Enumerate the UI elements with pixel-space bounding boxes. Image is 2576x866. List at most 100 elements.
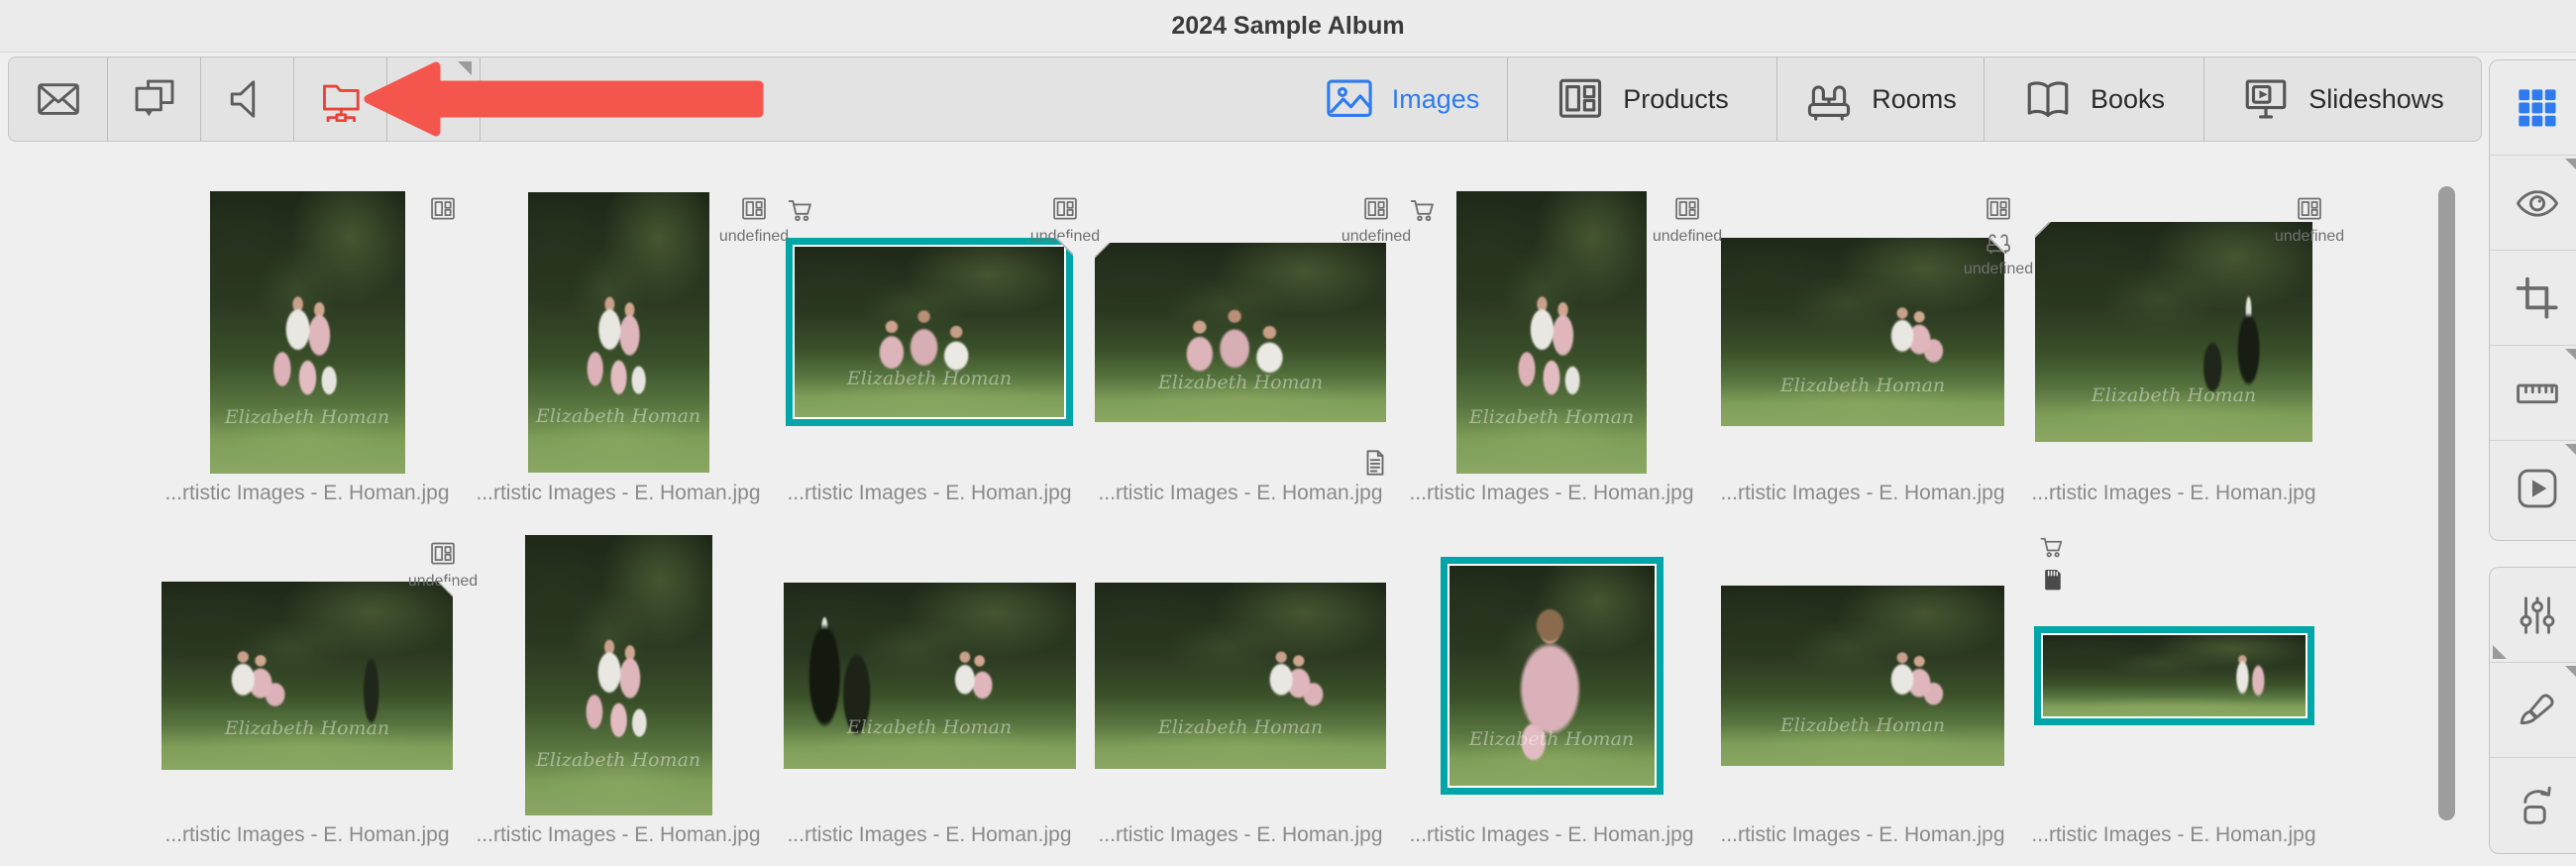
products-badge-icon: [429, 195, 457, 223]
thumbnail-cell: Elizabeth Homan ...rtistic Images - E. Ho…: [1396, 533, 1707, 847]
cart-badge-icon: [2038, 533, 2066, 561]
products-badge-icon: [1051, 195, 1079, 223]
photo-figures: [1095, 243, 1386, 422]
selected-thumbnail-frame: [2034, 626, 2314, 725]
speaker-icon: [225, 76, 270, 122]
thumbnail-filename: ...rtistic Images - E. Homan.jpg: [787, 823, 1071, 847]
photo-thumbnail[interactable]: Elizabeth Homan: [1721, 238, 2004, 426]
photo-thumbnail[interactable]: [2043, 635, 2306, 716]
products-badge-icon: [1985, 195, 2012, 223]
cart-badge-icon: [1408, 195, 1438, 225]
products-badge-icon: [1362, 195, 1390, 223]
status-badges: [425, 195, 461, 223]
selected-thumbnail-frame: Elizabeth Homan: [786, 238, 1073, 426]
products-badge-icon: [429, 540, 457, 568]
flyout-triangle-icon: [2565, 666, 2576, 680]
thumbnail-filename: ...rtistic Images - E. Homan.jpg: [2031, 823, 2315, 847]
photo-figures: [1095, 583, 1386, 769]
sdcard-badge-icon: [2038, 566, 2066, 594]
photo-thumbnail[interactable]: Elizabeth Homan: [1095, 583, 1386, 769]
rotate-icon: [2515, 783, 2560, 828]
thumbnail-filename: ...rtistic Images - E. Homan.jpg: [1409, 823, 1693, 847]
photo-thumbnail[interactable]: Elizabeth Homan: [1095, 243, 1386, 422]
sidebar-tool-crop[interactable]: [2490, 250, 2576, 345]
thumbnail-filename: ...rtistic Images - E. Homan.jpg: [476, 482, 760, 505]
crop-icon: [2515, 275, 2560, 321]
photo-thumbnail[interactable]: Elizabeth Homan: [795, 247, 1064, 417]
photo-thumbnail[interactable]: Elizabeth Homan: [784, 583, 1076, 769]
products-badge-icon: [1673, 195, 1701, 223]
svg-text:XY: XY: [423, 94, 445, 111]
photo-thumbnail[interactable]: Elizabeth Homan: [528, 192, 709, 473]
sidebar-tool-retouch-brush[interactable]: [2490, 662, 2576, 757]
playbox-icon: [2515, 466, 2560, 511]
sidebar-tool-adjustments[interactable]: [2490, 568, 2576, 662]
envelope-icon: [36, 76, 81, 122]
sidebar-tool-thumbnail-grid-view[interactable]: [2490, 60, 2576, 155]
network-folder-button[interactable]: [294, 57, 387, 141]
tab-images[interactable]: Images: [1297, 57, 1507, 141]
tab-products[interactable]: Products: [1507, 57, 1776, 141]
photo-thumbnail[interactable]: Elizabeth Homan: [1456, 191, 1647, 474]
book-badge-icon: undefined: [719, 228, 789, 246]
slideshows-icon: [2241, 74, 2291, 124]
flyout-triangle-icon: [2565, 349, 2576, 363]
resize-xy-icon: XY: [411, 76, 457, 122]
photo-thumbnail[interactable]: Elizabeth Homan: [210, 191, 405, 474]
photo-thumbnail[interactable]: Elizabeth Homan: [1721, 586, 2004, 766]
toolbar-spacer: [481, 57, 1297, 141]
photo-figures: [528, 192, 709, 473]
photo-thumbnail[interactable]: Elizabeth Homan: [525, 535, 712, 815]
rooms-icon: [1804, 74, 1854, 124]
network-folder-icon: [318, 76, 364, 122]
sound-button[interactable]: [201, 57, 294, 141]
sidebar-tool-rotate[interactable]: [2490, 757, 2576, 852]
thumbnail-cell: undefinedElizabeth Homan...rtistic Image…: [152, 533, 463, 847]
photo-thumbnail[interactable]: Elizabeth Homan: [2035, 222, 2312, 442]
tab-rooms[interactable]: Rooms: [1776, 57, 1984, 141]
second-monitor-button[interactable]: [108, 57, 201, 141]
thumbnail-filename: ...rtistic Images - E. Homan.jpg: [787, 482, 1071, 505]
thumbnail-cell: Elizabeth Homan...rtistic Images - E. Ho…: [152, 188, 463, 505]
main-toolbar: XY Images Products Rooms Books Slideshows: [8, 56, 2482, 142]
photo-thumbnail[interactable]: Elizabeth Homan: [161, 582, 453, 770]
flyout-triangle-icon: [2565, 444, 2576, 458]
sidebar-tool-measure[interactable]: [2490, 345, 2576, 440]
thumbnail-cell: Elizabeth Homan ...rtistic Images - E. Ho…: [1085, 533, 1396, 847]
photo-figures: [1721, 238, 2004, 426]
sidebar-tools-panel-bottom: [2489, 567, 2576, 854]
thumbnail-cell: undefinedElizabeth Homan...rtistic Image…: [774, 188, 1085, 505]
photo-thumbnail[interactable]: Elizabeth Homan: [1449, 566, 1655, 786]
tab-slideshows[interactable]: Slideshows: [2203, 57, 2481, 141]
sidebar-tool-preview[interactable]: [2490, 155, 2576, 250]
photo-figures: [1456, 191, 1647, 474]
photo-figures: [1721, 586, 2004, 766]
thumbnail-filename: ...rtistic Images - E. Homan.jpg: [1098, 823, 1382, 847]
status-badges: undefined: [736, 195, 772, 246]
thumbnail-cell: undefinedElizabeth Homan...rtistic Image…: [1707, 188, 2018, 505]
brush-icon: [2515, 688, 2560, 733]
sidebar-tool-slideshow-play[interactable]: [2490, 440, 2576, 535]
thumbnail-cell: undefined Elizabeth Homan ...rtistic Image…: [463, 188, 774, 505]
vertical-scrollbar-thumb[interactable]: [2438, 186, 2455, 820]
eye-icon: [2515, 180, 2560, 226]
tab-label: Slideshows: [2308, 84, 2444, 115]
images-icon: [1325, 74, 1374, 124]
thumbnail-cell: Elizabeth Homan ...rtistic Images - E. Ho…: [463, 533, 774, 847]
selected-thumbnail-frame: Elizabeth Homan: [1441, 557, 1664, 795]
photo-figures: [2035, 222, 2312, 442]
sidebar-tools-panel-top: [2489, 59, 2576, 541]
tab-books[interactable]: Books: [1984, 57, 2203, 141]
thumbnail-image-area: Elizabeth Homan: [463, 533, 774, 817]
window-title: 2024 Sample Album: [1171, 12, 1404, 41]
photo-figures: [161, 582, 453, 770]
ruler-icon: [2515, 371, 2560, 416]
tab-label: Images: [1392, 84, 1480, 115]
document-badge-icon: [1360, 448, 1390, 483]
tab-label: Rooms: [1872, 84, 1957, 115]
email-button[interactable]: [9, 57, 108, 141]
book-badge-icon: undefined: [1964, 261, 2033, 278]
thumbnail-filename: ...rtistic Images - E. Homan.jpg: [476, 823, 760, 847]
status-badges-side: [786, 195, 815, 225]
thumbnail-image-area: Elizabeth Homan: [774, 533, 1085, 817]
